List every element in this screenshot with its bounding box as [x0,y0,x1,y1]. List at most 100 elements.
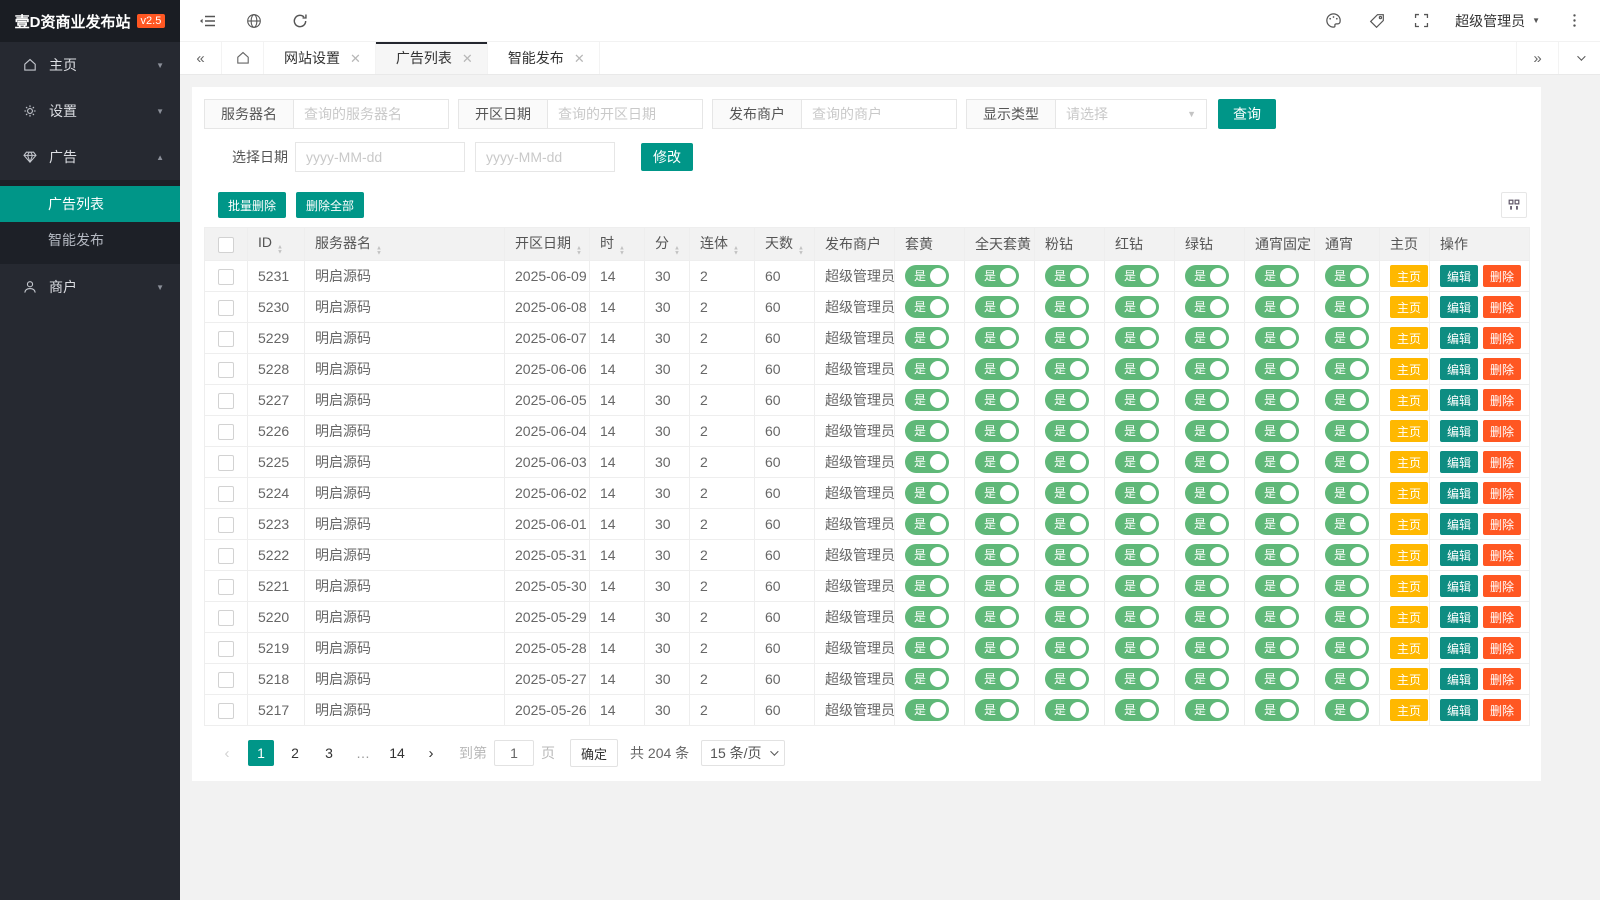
tab-site-settings[interactable]: 网站设置 ✕ [264,42,376,74]
col-hour[interactable]: 时▲▼ [590,228,645,261]
sidebar-item-home[interactable]: 主页 ▼ [0,42,180,88]
edit-button[interactable]: 编辑 [1440,482,1478,504]
page-button-2[interactable]: 2 [282,740,308,766]
toggle-allday-taohuang[interactable]: 是 [975,358,1019,380]
delete-button[interactable]: 删除 [1483,327,1521,349]
toggle-lvzuan[interactable]: 是 [1185,575,1229,597]
toggle-taohuang[interactable]: 是 [905,668,949,690]
fullscreen-icon[interactable] [1411,11,1431,31]
toggle-allday-taohuang[interactable]: 是 [975,668,1019,690]
toggle-tongxiao-fixed[interactable]: 是 [1255,451,1299,473]
edit-button[interactable]: 编辑 [1440,699,1478,721]
toggle-tongxiao[interactable]: 是 [1325,420,1369,442]
homepage-button[interactable]: 主页 [1390,327,1428,349]
toggle-fenzuan[interactable]: 是 [1045,451,1089,473]
toggle-fenzuan[interactable]: 是 [1045,668,1089,690]
row-checkbox[interactable] [218,362,234,378]
row-checkbox[interactable] [218,455,234,471]
batch-delete-button[interactable]: 批量删除 [218,192,286,218]
row-checkbox[interactable] [218,269,234,285]
tag-icon[interactable] [1367,11,1387,31]
row-checkbox[interactable] [218,393,234,409]
homepage-button[interactable]: 主页 [1390,513,1428,535]
delete-button[interactable]: 删除 [1483,420,1521,442]
date-end-input[interactable] [475,142,615,172]
sort-icon[interactable]: ▲▼ [375,245,383,255]
sidebar-item-ad-list[interactable]: 广告列表 [0,186,180,222]
toggle-lvzuan[interactable]: 是 [1185,327,1229,349]
homepage-button[interactable]: 主页 [1390,637,1428,659]
toggle-taohuang[interactable]: 是 [905,327,949,349]
edit-button[interactable]: 编辑 [1440,668,1478,690]
toggle-tongxiao[interactable]: 是 [1325,606,1369,628]
sort-icon[interactable]: ▲▼ [276,244,284,254]
delete-button[interactable]: 删除 [1483,451,1521,473]
toggle-tongxiao-fixed[interactable]: 是 [1255,482,1299,504]
homepage-button[interactable]: 主页 [1390,575,1428,597]
confirm-page-button[interactable]: 确定 [570,739,618,767]
toggle-allday-taohuang[interactable]: 是 [975,389,1019,411]
homepage-button[interactable]: 主页 [1390,420,1428,442]
delete-button[interactable]: 删除 [1483,513,1521,535]
toggle-tongxiao[interactable]: 是 [1325,358,1369,380]
toggle-taohuang[interactable]: 是 [905,575,949,597]
edit-button[interactable]: 编辑 [1440,358,1478,380]
page-button-3[interactable]: 3 [316,740,342,766]
homepage-button[interactable]: 主页 [1390,265,1428,287]
refresh-icon[interactable] [290,11,310,31]
delete-button[interactable]: 删除 [1483,296,1521,318]
toggle-hongzuan[interactable]: 是 [1115,544,1159,566]
close-icon[interactable]: ✕ [350,52,361,65]
close-icon[interactable]: ✕ [574,52,585,65]
homepage-button[interactable]: 主页 [1390,544,1428,566]
toggle-taohuang[interactable]: 是 [905,389,949,411]
delete-button[interactable]: 删除 [1483,575,1521,597]
toggle-tongxiao[interactable]: 是 [1325,637,1369,659]
toggle-tongxiao[interactable]: 是 [1325,544,1369,566]
edit-button[interactable]: 编辑 [1440,606,1478,628]
toggle-hongzuan[interactable]: 是 [1115,637,1159,659]
search-button[interactable]: 查询 [1218,99,1276,129]
toggle-lvzuan[interactable]: 是 [1185,606,1229,628]
toggle-tongxiao-fixed[interactable]: 是 [1255,296,1299,318]
toggle-taohuang[interactable]: 是 [905,265,949,287]
toggle-hongzuan[interactable]: 是 [1115,606,1159,628]
toggle-taohuang[interactable]: 是 [905,513,949,535]
toggle-lvzuan[interactable]: 是 [1185,699,1229,721]
tabs-scroll-right-button[interactable]: » [1516,42,1558,74]
toggle-tongxiao-fixed[interactable]: 是 [1255,606,1299,628]
row-checkbox[interactable] [218,331,234,347]
row-checkbox[interactable] [218,486,234,502]
toggle-tongxiao[interactable]: 是 [1325,668,1369,690]
toggle-lvzuan[interactable]: 是 [1185,389,1229,411]
row-checkbox[interactable] [218,517,234,533]
toggle-tongxiao-fixed[interactable]: 是 [1255,420,1299,442]
toggle-allday-taohuang[interactable]: 是 [975,327,1019,349]
toggle-hongzuan[interactable]: 是 [1115,327,1159,349]
toggle-taohuang[interactable]: 是 [905,637,949,659]
toggle-allday-taohuang[interactable]: 是 [975,637,1019,659]
edit-button[interactable]: 编辑 [1440,327,1478,349]
toggle-lvzuan[interactable]: 是 [1185,513,1229,535]
col-server[interactable]: 服务器名▲▼ [305,228,505,261]
tabs-scroll-left-button[interactable]: « [180,42,222,74]
toggle-allday-taohuang[interactable]: 是 [975,544,1019,566]
row-checkbox[interactable] [218,703,234,719]
toggle-hongzuan[interactable]: 是 [1115,265,1159,287]
display-type-select[interactable]: 请选择 ▼ [1056,99,1207,129]
date-start-input[interactable] [295,142,465,172]
toggle-lvzuan[interactable]: 是 [1185,358,1229,380]
row-checkbox[interactable] [218,610,234,626]
edit-button[interactable]: 编辑 [1440,420,1478,442]
toggle-lvzuan[interactable]: 是 [1185,296,1229,318]
delete-button[interactable]: 删除 [1483,637,1521,659]
delete-all-button[interactable]: 删除全部 [296,192,364,218]
toggle-allday-taohuang[interactable]: 是 [975,265,1019,287]
edit-button[interactable]: 编辑 [1440,575,1478,597]
toggle-tongxiao[interactable]: 是 [1325,699,1369,721]
toggle-tongxiao-fixed[interactable]: 是 [1255,668,1299,690]
sidebar-item-merchant[interactable]: 商户 ▼ [0,264,180,310]
toggle-fenzuan[interactable]: 是 [1045,389,1089,411]
toggle-taohuang[interactable]: 是 [905,358,949,380]
toggle-fenzuan[interactable]: 是 [1045,265,1089,287]
